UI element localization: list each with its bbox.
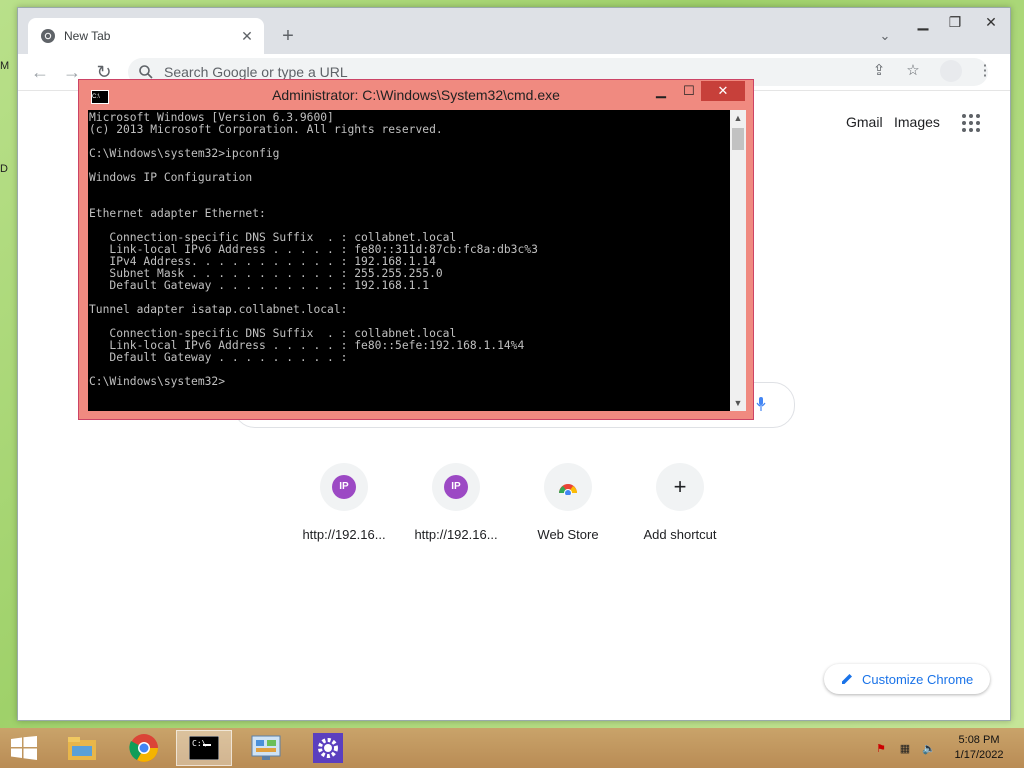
scrollbar[interactable]: ▲ ▼ — [730, 110, 746, 411]
shortcut-tile[interactable]: IP http://192.16... — [288, 463, 400, 542]
console-output[interactable]: Microsoft Windows [Version 6.3.9600] (c)… — [88, 110, 730, 411]
scroll-up-icon[interactable]: ▲ — [730, 110, 746, 126]
shortcut-icon-circle: + — [656, 463, 704, 511]
apps-grid-icon[interactable] — [962, 114, 980, 132]
chrome-icon — [41, 29, 55, 43]
chrome-web-store-icon — [559, 484, 577, 495]
shortcut-label: http://192.16... — [414, 527, 498, 542]
shortcut-web-store[interactable]: Web Store — [512, 463, 624, 542]
share-icon[interactable]: ⇪ — [868, 60, 890, 82]
new-tab-button[interactable]: + — [276, 25, 300, 49]
menu-kebab-icon[interactable]: ⋮ — [974, 60, 996, 82]
desktop-icon-label: D — [0, 163, 8, 175]
shortcut-label: Add shortcut — [643, 527, 717, 542]
customize-label: Customize Chrome — [862, 671, 974, 687]
gmail-link[interactable]: Gmail — [846, 114, 883, 130]
cmd-window: C:\ Administrator: C:\Windows\System32\c… — [78, 79, 754, 420]
back-icon[interactable]: ← — [28, 60, 52, 84]
volume-muted-icon[interactable]: 🔈 — [922, 742, 936, 756]
maximize-button[interactable]: ☐ — [675, 82, 703, 100]
scroll-down-icon[interactable]: ▼ — [730, 395, 746, 411]
pencil-icon — [842, 674, 852, 684]
microphone-icon[interactable] — [756, 397, 766, 411]
maximize-button[interactable]: ❐ — [940, 11, 970, 33]
scroll-thumb[interactable] — [732, 128, 744, 150]
tab-strip: New Tab ✕ + ⌄ ▁ ❐ ✕ — [18, 8, 1010, 54]
shortcut-icon-circle — [544, 463, 592, 511]
chevron-down-icon[interactable]: ⌄ — [876, 28, 894, 46]
profile-avatar[interactable] — [940, 60, 962, 82]
minimize-button[interactable]: ▁ — [908, 11, 938, 33]
tab-new-tab[interactable]: New Tab ✕ — [28, 18, 264, 54]
plus-icon: + — [673, 474, 687, 499]
close-icon[interactable]: ✕ — [238, 27, 256, 45]
cmd-titlebar[interactable]: C:\ Administrator: C:\Windows\System32\c… — [79, 80, 753, 110]
shortcut-label: Web Store — [537, 527, 599, 542]
ip-badge: IP — [332, 475, 356, 499]
tab-title: New Tab — [64, 29, 111, 43]
shortcut-tile[interactable]: IP http://192.16... — [400, 463, 512, 542]
shortcut-label: http://192.16... — [302, 527, 386, 542]
clock-time: 5:08 PM — [958, 734, 1000, 746]
taskbar: C:\ ⚑ ▦ 🔈 5:08 PM 1/17/2022 — [0, 728, 1024, 768]
shortcut-icon-circle: IP — [320, 463, 368, 511]
windows-start-icon[interactable] — [10, 736, 38, 760]
clock-date: 1/17/2022 — [954, 749, 1004, 761]
shortcut-icon-circle: IP — [432, 463, 480, 511]
cmd-icon[interactable]: C:\ — [176, 730, 232, 766]
console-text: Microsoft Windows [Version 6.3.9600] (c)… — [89, 111, 538, 388]
search-icon — [139, 65, 153, 79]
close-window-button[interactable]: ✕ — [976, 11, 1006, 33]
ip-badge: IP — [444, 475, 468, 499]
chrome-icon[interactable] — [116, 730, 172, 766]
minimize-button[interactable]: ▁ — [647, 82, 675, 100]
network-icon[interactable]: ▦ — [898, 742, 912, 756]
file-explorer-icon[interactable] — [54, 730, 110, 766]
settings-gear-icon[interactable] — [300, 730, 356, 766]
desktop-icon-label: M — [0, 60, 10, 72]
close-button[interactable]: ✕ — [701, 81, 745, 101]
bookmark-star-icon[interactable]: ☆ — [902, 60, 924, 82]
action-center-flag-icon[interactable]: ⚑ — [874, 742, 888, 756]
system-clock[interactable]: 5:08 PM 1/17/2022 — [948, 733, 1010, 763]
svg-text:C:\: C:\ — [192, 739, 207, 748]
add-shortcut-button[interactable]: + Add shortcut — [624, 463, 736, 542]
customize-chrome-button[interactable]: Customize Chrome — [824, 664, 990, 694]
images-link[interactable]: Images — [894, 114, 940, 130]
control-panel-icon[interactable] — [238, 730, 294, 766]
